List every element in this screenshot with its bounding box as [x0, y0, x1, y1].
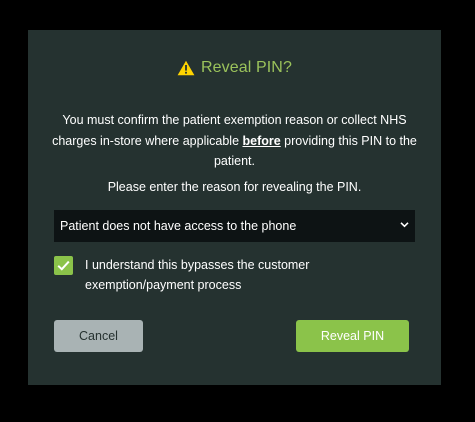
reveal-pin-button[interactable]: Reveal PIN: [296, 320, 409, 352]
chevron-down-icon: [400, 222, 409, 228]
acknowledge-label[interactable]: I understand this bypasses the customer …: [85, 256, 335, 295]
warning-triangle-icon: [177, 60, 195, 76]
message-emphasis: before: [242, 133, 281, 148]
acknowledge-row: I understand this bypasses the customer …: [54, 256, 335, 295]
dialog-title: Reveal PIN?: [201, 59, 292, 76]
reason-select-value: Patient does not have access to the phon…: [60, 219, 297, 233]
acknowledge-checkbox[interactable]: [54, 256, 73, 275]
check-icon: [57, 260, 70, 271]
cancel-button[interactable]: Cancel: [54, 320, 143, 352]
reveal-pin-dialog: Reveal PIN? You must confirm the patient…: [28, 30, 441, 385]
dialog-header: Reveal PIN?: [28, 59, 441, 77]
confirmation-message: You must confirm the patient exemption r…: [48, 110, 421, 172]
reason-prompt: Please enter the reason for revealing th…: [107, 180, 362, 194]
reason-select[interactable]: Patient does not have access to the phon…: [54, 210, 415, 242]
